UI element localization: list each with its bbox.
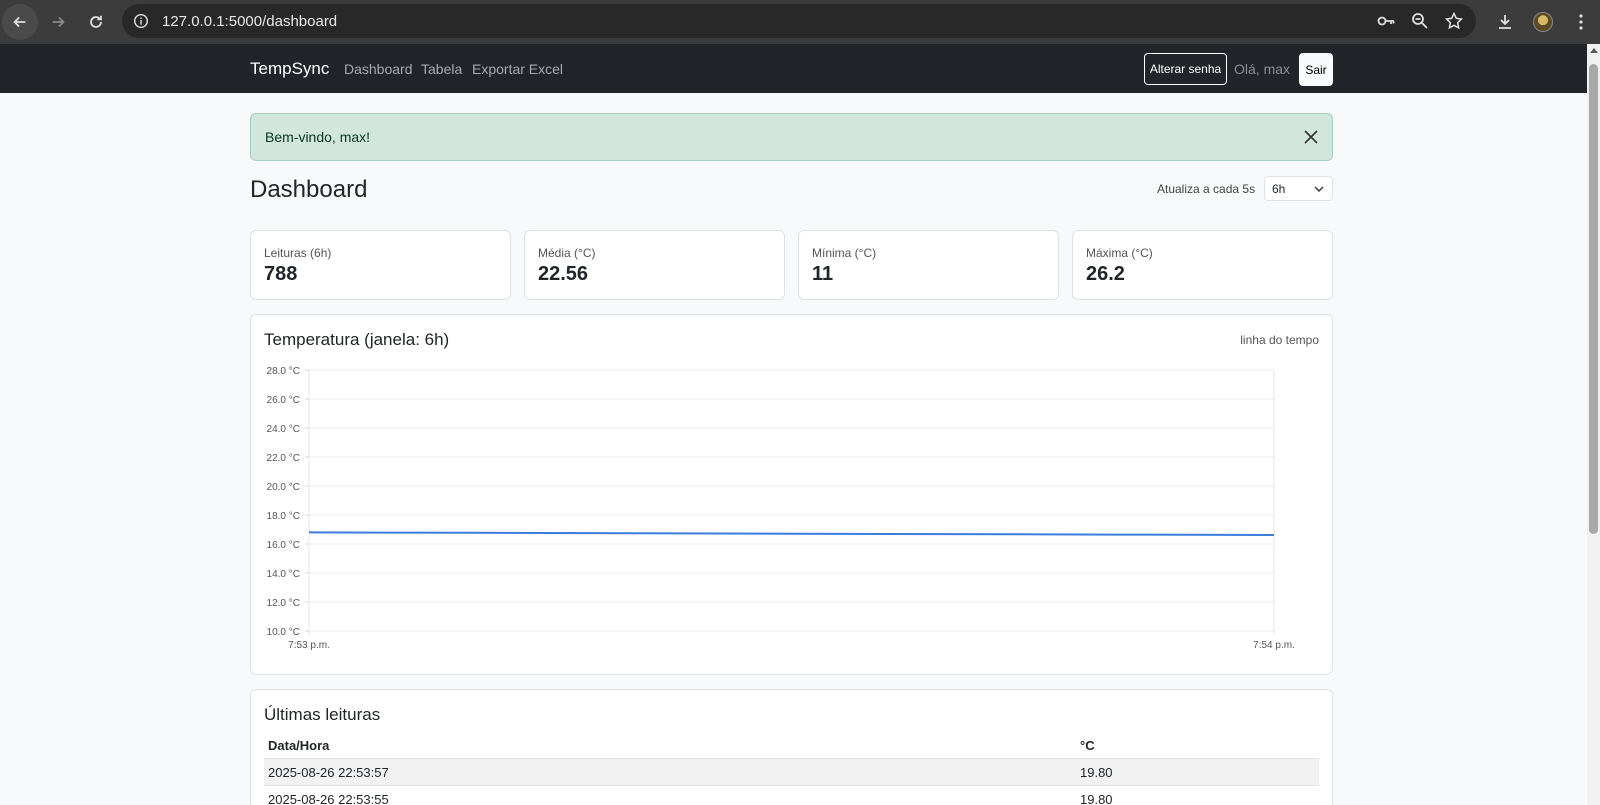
cell-temperature: 19.80 <box>1076 785 1319 805</box>
y-tick-label: 16.0 °C <box>267 540 300 551</box>
series-line <box>308 531 1275 536</box>
cell-datetime: 2025-08-26 22:53:57 <box>264 758 1076 786</box>
scroll-up-arrow-icon[interactable] <box>1590 48 1598 53</box>
zoom-icon[interactable] <box>1410 11 1430 31</box>
profile-avatar <box>1533 12 1553 32</box>
time-window-select[interactable]: 6h <box>1264 176 1333 201</box>
brand-logo[interactable]: TempSync <box>250 59 329 79</box>
stat-label: Mínima (°C) <box>812 246 877 260</box>
y-tick-label: 24.0 °C <box>267 424 300 435</box>
page-title: Dashboard <box>250 176 368 203</box>
stat-value: 788 <box>264 263 298 285</box>
table-row: 2025-08-26 22:53:57 19.80 <box>264 758 1319 786</box>
stat-card-minimum: Mínima (°C) 11 <box>798 230 1059 300</box>
table-header-row: Data/Hora °C <box>264 732 1319 759</box>
forward-button[interactable] <box>40 4 76 40</box>
temperature-line-chart: 10.0 °C 12.0 °C 14.0 °C 16.0 °C 18.0 °C 20.0 … <box>267 366 1295 651</box>
back-button[interactable] <box>2 4 38 40</box>
cell-temperature: 19.80 <box>1076 758 1319 786</box>
stat-label: Média (°C) <box>538 246 596 260</box>
alert-message: Bem-vindo, max! <box>265 129 371 145</box>
url-text: 127.0.0.1:5000/dashboard <box>162 12 338 30</box>
column-header-datetime: Data/Hora <box>264 732 1076 759</box>
y-tick-label: 10.0 °C <box>267 627 300 638</box>
y-tick-label: 28.0 °C <box>267 366 300 377</box>
profile-button[interactable] <box>1524 3 1562 41</box>
reload-button[interactable] <box>78 4 114 40</box>
app-navbar: TempSync Dashboard Tabela Exportar Excel… <box>0 44 1587 93</box>
cell-datetime: 2025-08-26 22:53:55 <box>264 785 1076 805</box>
stat-label: Leituras (6h) <box>264 246 332 260</box>
y-tick-label: 12.0 °C <box>267 598 300 609</box>
welcome-alert: Bem-vindo, max! <box>250 113 1333 161</box>
stat-label: Máxima (°C) <box>1086 246 1153 260</box>
download-button[interactable] <box>1486 3 1524 41</box>
user-greeting: Olá, max <box>1234 61 1291 77</box>
table-row: 2025-08-26 22:53:55 19.80 <box>264 785 1319 805</box>
column-header-celsius: °C <box>1076 732 1319 759</box>
y-tick-label: 18.0 °C <box>267 511 300 522</box>
page-scrollbar[interactable] <box>1587 44 1600 805</box>
nav-dashboard[interactable]: Dashboard <box>344 61 413 77</box>
nav-exportar-excel[interactable]: Exportar Excel <box>472 61 563 77</box>
x-tick-label: 7:54 p.m. <box>1253 640 1295 651</box>
close-icon[interactable] <box>1302 128 1320 146</box>
nav-tabela[interactable]: Tabela <box>421 61 462 77</box>
readings-table: Data/Hora °C 2025-08-26 22:53:57 19.80 2… <box>264 732 1319 805</box>
stat-value: 22.56 <box>538 263 589 285</box>
stat-value: 11 <box>812 263 834 285</box>
x-tick-label: 7:53 p.m. <box>288 640 330 651</box>
stat-card-average: Média (°C) 22.56 <box>524 230 785 300</box>
more-vertical-icon <box>1579 14 1583 30</box>
chevron-down-icon <box>1314 186 1324 192</box>
reload-icon <box>90 15 102 28</box>
time-window-value: 6h <box>1272 182 1286 196</box>
table-title: Últimas leituras <box>264 705 381 724</box>
address-bar[interactable]: 127.0.0.1:5000/dashboard <box>122 4 1476 38</box>
scroll-thumb[interactable] <box>1589 64 1598 534</box>
browser-toolbar: 127.0.0.1:5000/dashboard <box>0 0 1600 44</box>
key-icon[interactable] <box>1376 11 1396 31</box>
menu-button[interactable] <box>1562 3 1600 41</box>
y-tick-label: 20.0 °C <box>267 482 300 493</box>
y-tick-label: 22.0 °C <box>267 453 300 464</box>
download-icon <box>1499 15 1511 29</box>
change-password-button[interactable]: Alterar senha <box>1144 53 1227 85</box>
temperature-chart-card: Temperatura (janela: 6h) linha do tempo … <box>250 314 1333 675</box>
stat-card-maximum: Máxima (°C) 26.2 <box>1072 230 1333 300</box>
y-tick-label: 14.0 °C <box>267 569 300 580</box>
logout-button[interactable]: Sair <box>1299 53 1333 86</box>
site-info-icon[interactable] <box>124 4 158 38</box>
refresh-interval-text: Atualiza a cada 5s <box>1157 182 1256 196</box>
y-tick-label: 26.0 °C <box>267 395 300 406</box>
stat-value: 26.2 <box>1086 263 1125 285</box>
arrow-left-icon <box>13 16 26 28</box>
stat-card-readings: Leituras (6h) 788 <box>250 230 511 300</box>
arrow-right-icon <box>52 16 65 28</box>
latest-readings-card: Últimas leituras Data/Hora °C 2025-08-26… <box>250 689 1333 805</box>
star-icon[interactable] <box>1444 11 1464 31</box>
